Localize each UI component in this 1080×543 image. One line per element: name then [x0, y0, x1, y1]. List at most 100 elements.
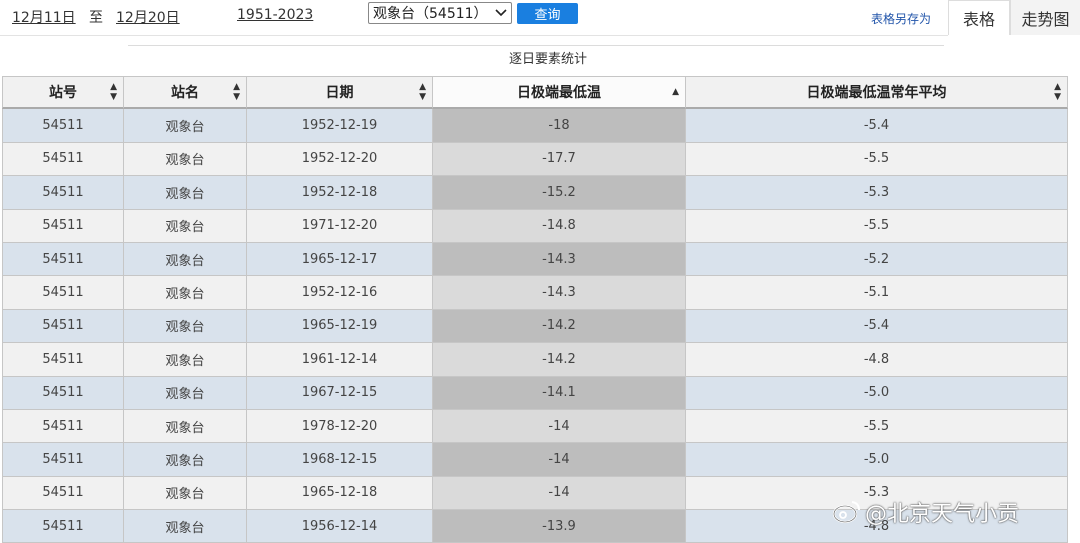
table-row[interactable]: 54511 观象台 1965-12-17 -14.3 -5.2 [2, 242, 1068, 277]
column-header-label: 日极端最低温常年平均 [806, 85, 947, 102]
station-select-value: 观象台（54511） [373, 6, 488, 22]
table-row[interactable]: 54511 观象台 1952-12-19 -18 -5.4 [2, 109, 1068, 143]
date-cell: 1967-12-15 [247, 376, 433, 410]
column-header-station-id[interactable]: 站号 ▲ ▼ [2, 76, 124, 110]
data-table: 站号 ▲ ▼ 站名 ▲ ▼ 日期 ▲ ▼ 日极端最低温 ▲ 日极端最低温常年平均 ▲ ▼… [2, 76, 1068, 543]
station-id-cell: 54511 [2, 209, 124, 243]
divider [128, 45, 944, 46]
min-temp-cell: -18 [433, 109, 686, 143]
divider [0, 35, 948, 36]
save-table-link[interactable]: 表格另存为 [871, 10, 931, 27]
date-cell: 1952-12-19 [247, 109, 433, 143]
date-cell: 1971-12-20 [247, 209, 433, 243]
sort-both-icon: ▲ ▼ [419, 82, 426, 103]
station-id-cell: 54511 [2, 476, 124, 511]
min-temp-normal-cell: -5.4 [686, 309, 1068, 344]
date-cell: 1952-12-16 [247, 276, 433, 310]
table-row[interactable]: 54511 观象台 1952-12-16 -14.3 -5.1 [2, 276, 1068, 310]
column-header-date[interactable]: 日期 ▲ ▼ [247, 76, 433, 110]
min-temp-normal-cell: -5.5 [686, 209, 1068, 243]
date-cell: 1952-12-20 [247, 142, 433, 177]
station-id-cell: 54511 [2, 409, 124, 444]
min-temp-cell: -15.2 [433, 176, 686, 210]
end-date-link[interactable]: 12月20日 [116, 7, 180, 27]
table-row[interactable]: 54511 观象台 1978-12-20 -14 -5.5 [2, 409, 1068, 444]
min-temp-cell: -14.3 [433, 276, 686, 310]
table-row[interactable]: 54511 观象台 1971-12-20 -14.8 -5.5 [2, 209, 1068, 243]
min-temp-cell: -14 [433, 443, 686, 477]
column-header-min-temp-normal[interactable]: 日极端最低温常年平均 ▲ ▼ [686, 76, 1068, 110]
station-name-cell: 观象台 [124, 209, 247, 243]
station-name-cell: 观象台 [124, 376, 247, 410]
date-cell: 1961-12-14 [247, 343, 433, 377]
station-id-cell: 54511 [2, 142, 124, 177]
station-select[interactable]: 观象台（54511） [368, 2, 512, 24]
watermark-text: @北京天气小贡 [865, 502, 1020, 527]
sort-both-icon: ▲ ▼ [1054, 82, 1061, 103]
column-header-label: 站名 [171, 85, 199, 102]
station-name-cell: 观象台 [124, 510, 247, 543]
min-temp-normal-cell: -5.5 [686, 142, 1068, 177]
min-temp-normal-cell: -5.4 [686, 109, 1068, 143]
sort-both-icon: ▲ ▼ [233, 82, 240, 103]
min-temp-cell: -14.1 [433, 376, 686, 410]
station-id-cell: 54511 [2, 376, 124, 410]
min-temp-cell: -14.8 [433, 209, 686, 243]
min-temp-normal-cell: -5.5 [686, 409, 1068, 444]
min-temp-normal-cell: -4.8 [686, 343, 1068, 377]
column-header-station-name[interactable]: 站名 ▲ ▼ [124, 76, 247, 110]
min-temp-cell: -14 [433, 409, 686, 444]
tab-trend-chart[interactable]: 走势图 [1010, 0, 1080, 35]
station-name-cell: 观象台 [124, 242, 247, 277]
station-id-cell: 54511 [2, 510, 124, 543]
date-cell: 1978-12-20 [247, 409, 433, 444]
date-cell: 1956-12-14 [247, 510, 433, 543]
table-header-row: 站号 ▲ ▼ 站名 ▲ ▼ 日期 ▲ ▼ 日极端最低温 ▲ 日极端最低温常年平均 ▲ ▼ [2, 76, 1068, 110]
min-temp-cell: -14.2 [433, 343, 686, 377]
station-name-cell: 观象台 [124, 176, 247, 210]
start-date-link[interactable]: 12月11日 [12, 7, 76, 27]
station-name-cell: 观象台 [124, 309, 247, 344]
date-cell: 1968-12-15 [247, 443, 433, 477]
date-cell: 1952-12-18 [247, 176, 433, 210]
station-id-cell: 54511 [2, 109, 124, 143]
station-name-cell: 观象台 [124, 142, 247, 177]
min-temp-normal-cell: -5.3 [686, 176, 1068, 210]
table-row[interactable]: 54511 观象台 1965-12-19 -14.2 -5.4 [2, 309, 1068, 344]
sort-both-icon: ▲ ▼ [110, 82, 117, 103]
station-name-cell: 观象台 [124, 276, 247, 310]
tab-table[interactable]: 表格 [948, 0, 1010, 35]
year-range-link[interactable]: 1951-2023 [237, 7, 313, 23]
weibo-logo-icon [832, 501, 860, 524]
min-temp-normal-cell: -5.0 [686, 376, 1068, 410]
table-row[interactable]: 54511 观象台 1952-12-18 -15.2 -5.3 [2, 176, 1068, 210]
min-temp-cell: -14 [433, 476, 686, 511]
query-button[interactable]: 查询 [517, 3, 578, 24]
min-temp-cell: -17.7 [433, 142, 686, 177]
table-row[interactable]: 54511 观象台 1967-12-15 -14.1 -5.0 [2, 376, 1068, 410]
column-header-daily-min-temp[interactable]: 日极端最低温 ▲ [433, 76, 686, 110]
date-cell: 1965-12-17 [247, 242, 433, 277]
station-name-cell: 观象台 [124, 409, 247, 444]
station-id-cell: 54511 [2, 176, 124, 210]
station-name-cell: 观象台 [124, 343, 247, 377]
station-id-cell: 54511 [2, 309, 124, 344]
station-id-cell: 54511 [2, 343, 124, 377]
toolbar: 12月11日 至 12月20日 1951-2023 观象台（54511） 查询 … [0, 0, 1080, 36]
column-header-label: 日期 [325, 85, 354, 102]
min-temp-cell: -14.3 [433, 242, 686, 277]
sort-ascending-icon: ▲ [672, 87, 679, 98]
table-row[interactable]: 54511 观象台 1968-12-15 -14 -5.0 [2, 443, 1068, 477]
table-subtitle: 逐日要素统计 [508, 52, 587, 67]
chevron-down-icon [495, 7, 507, 20]
min-temp-cell: -14.2 [433, 309, 686, 344]
min-temp-cell: -13.9 [433, 510, 686, 543]
date-cell: 1965-12-19 [247, 309, 433, 344]
table-row[interactable]: 54511 观象台 1952-12-20 -17.7 -5.5 [2, 142, 1068, 177]
table-row[interactable]: 54511 观象台 1961-12-14 -14.2 -4.8 [2, 343, 1068, 377]
column-header-label: 站号 [49, 85, 77, 102]
station-id-cell: 54511 [2, 443, 124, 477]
watermark: @北京天气小贡 [832, 496, 1019, 528]
table-body: 54511 观象台 1952-12-19 -18 -5.4 54511 观象台 1952-12… [2, 109, 1068, 543]
date-cell: 1965-12-18 [247, 476, 433, 511]
